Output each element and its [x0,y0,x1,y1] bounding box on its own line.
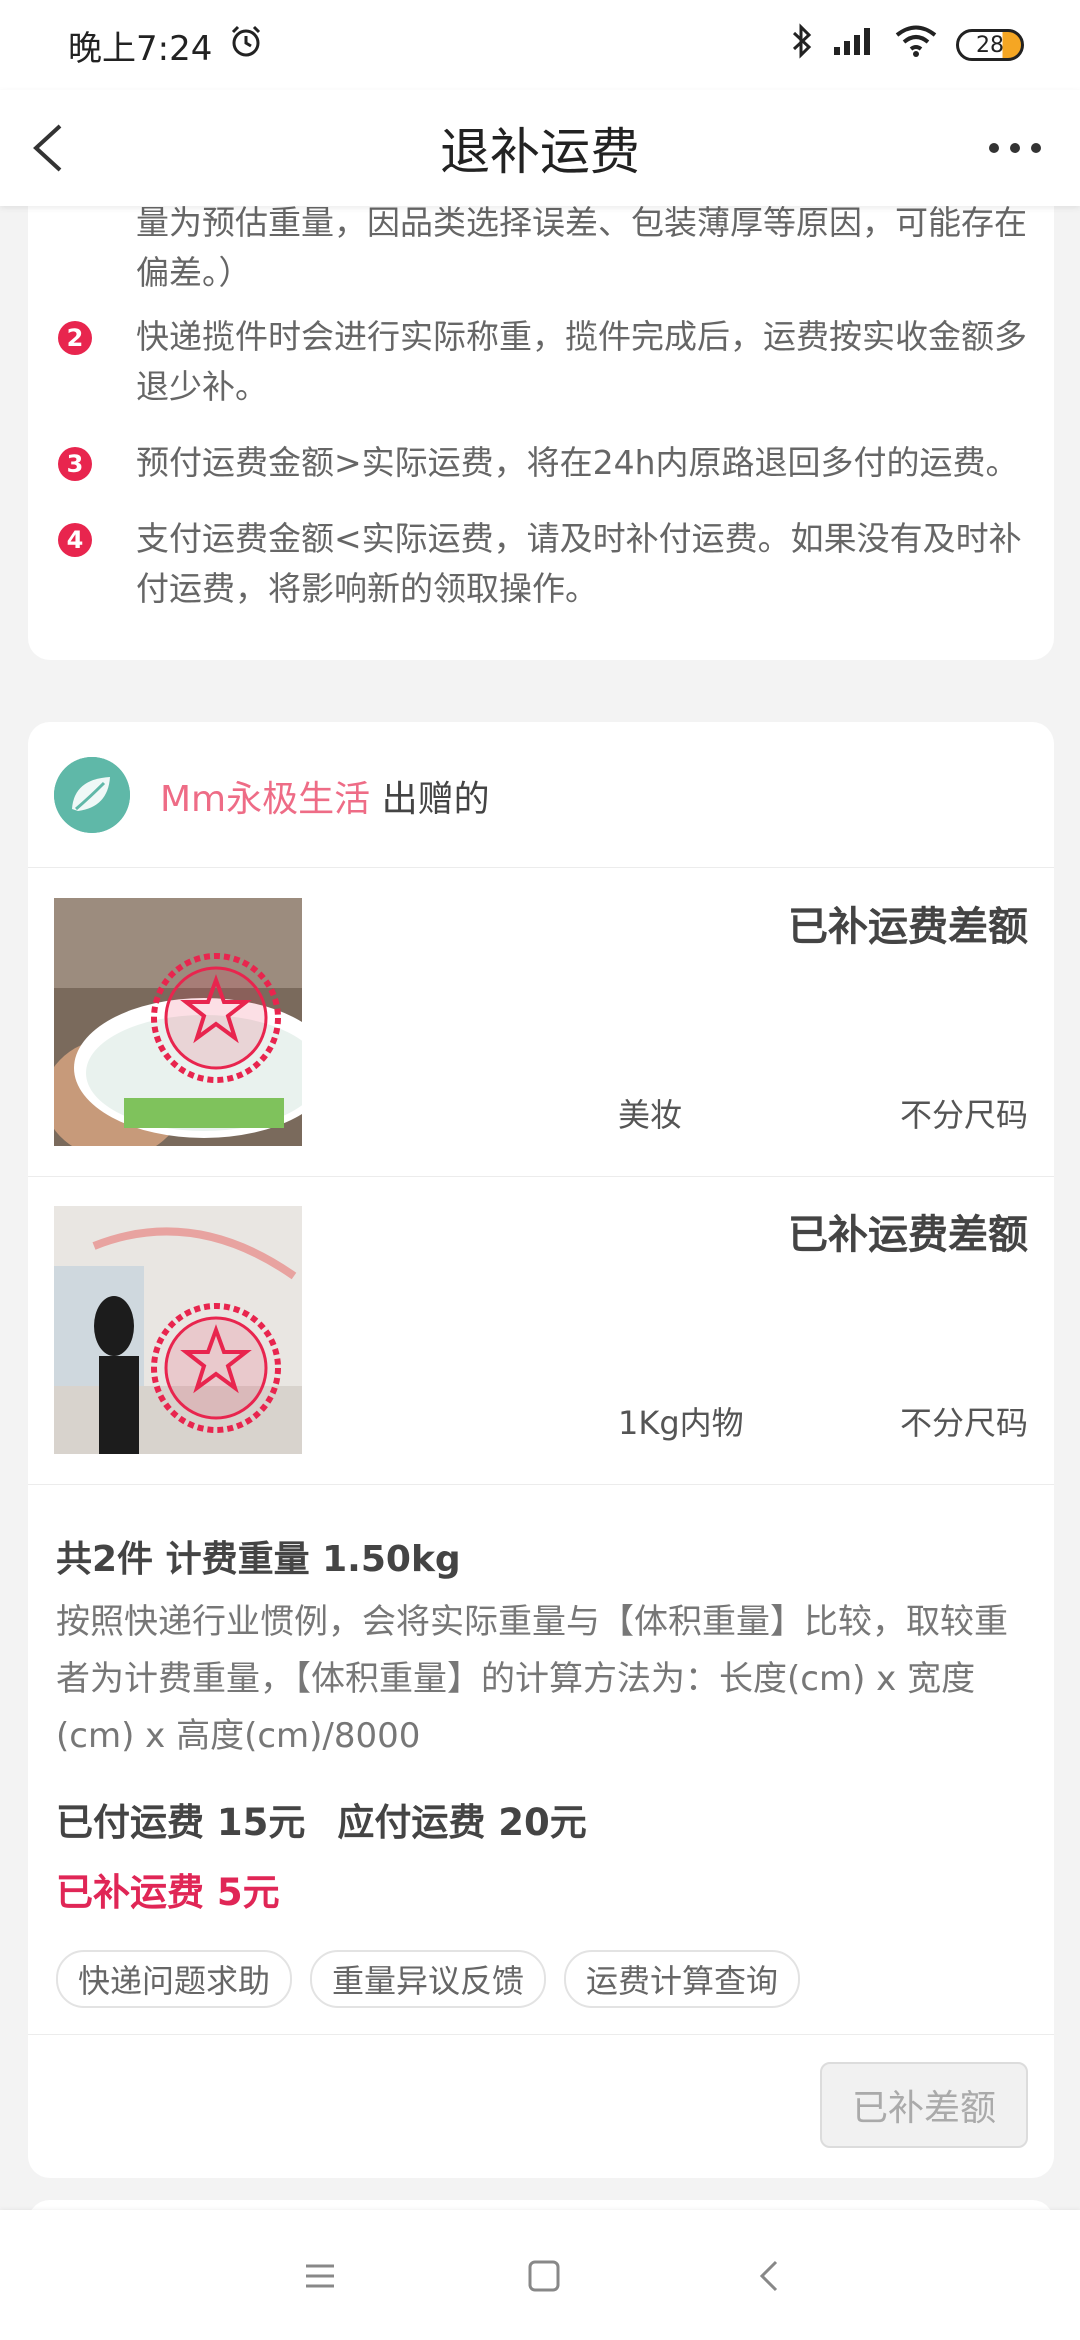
status-right: 28 [790,22,1024,68]
rule-item: 量为预估重量，因品类选择误差、包装薄厚等原因，可能存在偏差。） [58,198,1028,298]
product-thumbnail-resistance-band[interactable] [54,1206,302,1454]
courier-help-chip[interactable]: 快递问题求助 [56,1950,293,2008]
item-size: 不分尺码 [899,1096,1028,1134]
rule-number-badge: 3 [58,447,92,481]
rule-item: 2 快递揽件时会进行实际称重，揽件完成后，运费按实收金额多退少补。 [58,312,1028,412]
help-chips: 快递问题求助 重量异议反馈 运费计算查询 [56,1950,801,2008]
status-bar: 晚上7:24 28 [0,0,1080,90]
gift-order-card: Mm永极生活 出赠的 已补运费差额 美妆 不分尺码 已补运费差额 1Kg内物 不… [28,722,1054,2178]
rule-text: 量为预估重量，因品类选择误差、包装薄厚等原因，可能存在偏差。） [136,203,1027,292]
rule-text: 支付运费金额<实际运费，请及时补付运费。如果没有及时补付运费，将影响新的领取操作… [136,519,1022,608]
back-arrow-icon [33,124,62,172]
status-time: 晚上7:24 [68,28,213,69]
rule-item: 3 预付运费金额>实际运费，将在24h内原路退回多付的运费。 [58,438,1028,488]
rule-text: 预付运费金额>实际运费，将在24h内原路退回多付的运费。 [136,443,1019,482]
battery-level: 28 [976,32,1004,58]
alarm-icon [228,23,264,68]
freight-calc-chip[interactable]: 运费计算查询 [564,1950,801,2008]
freight-rules-card: 量为预估重量，因品类选择误差、包装薄厚等原因，可能存在偏差。） 2 快递揽件时会… [28,150,1054,660]
item-category: 美妆 [618,1096,683,1134]
item-size: 不分尺码 [899,1404,1028,1442]
home-square-icon [528,2260,560,2292]
item-freight-status: 已补运费差额 [788,1212,1028,1258]
giver-row[interactable]: Mm永极生活 出赠的 [28,722,1054,868]
back-button[interactable] [22,118,82,178]
billing-weight-description: 按照快递行业惯例，会将实际重量与【体积重量】比较，取较重者为计费重量，【体积重量… [56,1602,1008,1756]
page-title: 退补运费 [440,123,640,181]
giver-avatar[interactable] [54,757,130,833]
more-dots-icon [989,143,1041,153]
divider [28,2034,1054,2035]
system-back-button[interactable] [746,2252,794,2300]
product-thumbnail-hand-cream[interactable] [54,898,302,1146]
item-category: 1Kg内物 [618,1404,744,1442]
giver-name[interactable]: Mm永极生活 [160,779,370,820]
wifi-icon [894,24,938,67]
rule-number-badge: 4 [58,523,92,557]
rule-number-badge: 2 [58,321,92,355]
more-button[interactable] [980,118,1050,178]
chevron-left-icon [759,2260,778,2292]
rule-item: 4 支付运费金额<实际运费，请及时补付运费。如果没有及时补付运费，将影响新的领取… [58,514,1028,614]
nav-bar: 退补运费 [0,90,1080,206]
freight-amounts: 已付运费 15元 应付运费 20元 [56,1792,587,1846]
status-left: 晚上7:24 [68,21,264,70]
leaf-logo-icon [54,757,130,833]
supplemented-difference-button[interactable]: 已补差额 [820,2062,1028,2148]
due-freight: 应付运费 20元 [337,1801,587,1844]
signal-icon [832,25,876,66]
weight-dispute-chip[interactable]: 重量异议反馈 [310,1950,547,2008]
rule-text: 快递揽件时会进行实际称重，揽件完成后，运费按实收金额多退少补。 [136,317,1027,406]
menu-button[interactable] [296,2252,344,2300]
paid-freight: 已付运费 15元 [56,1801,306,1844]
bluetooth-icon [790,22,814,68]
system-nav-bar [0,2210,1080,2340]
giver-suffix: 出赠的 [370,779,490,820]
giver-label: Mm永极生活 出赠的 [160,770,490,822]
billing-weight-summary: 共2件 计费重量 1.50kg [56,1539,461,1580]
home-button[interactable] [520,2252,568,2300]
gift-item-row[interactable]: 已补运费差额 1Kg内物 不分尺码 [28,1176,1054,1485]
battery-icon: 28 [956,29,1024,61]
supplemented-freight: 已补运费 5元 [56,1871,280,1914]
gift-item-row[interactable]: 已补运费差额 美妆 不分尺码 [28,868,1054,1177]
item-freight-status: 已补运费差额 [788,904,1028,950]
menu-icon [306,2264,334,2288]
